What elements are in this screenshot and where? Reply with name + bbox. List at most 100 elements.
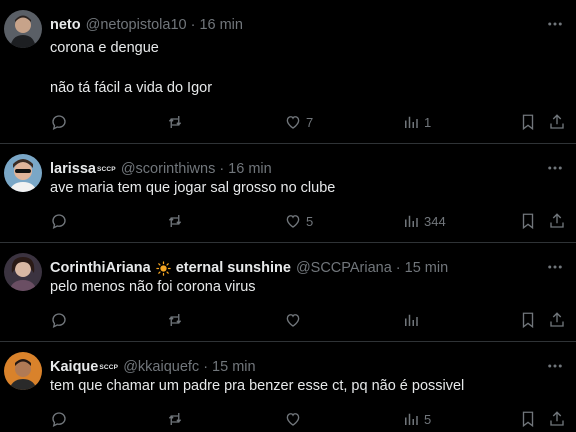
reply-icon xyxy=(52,412,66,427)
tweet-header: Kaique SCCP @kkaiquefc · 15 min xyxy=(50,359,256,375)
reply-button[interactable] xyxy=(50,110,72,134)
views-icon xyxy=(405,314,418,326)
display-name[interactable]: Kaique xyxy=(50,359,98,375)
tweet-text-line: ave maria tem que jogar sal grosso no cl… xyxy=(50,180,336,196)
more-icon[interactable] xyxy=(546,357,564,375)
bookmark-button[interactable] xyxy=(519,308,537,332)
share-icon xyxy=(550,114,564,129)
display-name[interactable]: larissa xyxy=(50,161,96,177)
tweet-text: ave maria tem que jogar sal grosso no cl… xyxy=(50,178,335,198)
repost-button[interactable] xyxy=(166,308,188,332)
heart-icon xyxy=(286,215,300,228)
heart-icon xyxy=(286,413,300,426)
like-count: 5 xyxy=(306,213,314,229)
share-icon xyxy=(550,411,564,426)
reply-button[interactable] xyxy=(50,209,72,233)
separator: · xyxy=(219,161,225,177)
name-badge: SCCP xyxy=(96,165,116,173)
avatar[interactable] xyxy=(4,253,42,291)
display-name[interactable]: CorinthiAriana xyxy=(50,260,151,276)
sun-icon xyxy=(156,260,171,276)
like-count: 7 xyxy=(306,114,314,130)
heart-icon xyxy=(286,116,300,129)
bookmark-icon xyxy=(522,411,534,428)
avatar[interactable] xyxy=(4,10,42,48)
user-handle[interactable]: @scorinthiwns xyxy=(121,161,216,177)
share-icon xyxy=(550,213,564,228)
tweet[interactable]: larissa SCCP @scorinthiwns · 16 min ave … xyxy=(0,144,576,243)
tweet-text: pelo menos não foi corona virus xyxy=(50,277,256,297)
reply-button[interactable] xyxy=(50,407,72,431)
views-icon xyxy=(405,116,418,128)
like-button[interactable]: 7 xyxy=(284,110,313,134)
repost-icon xyxy=(168,413,182,425)
user-handle[interactable]: @netopistola10 xyxy=(86,17,187,33)
bookmark-button[interactable] xyxy=(519,110,537,134)
like-button[interactable] xyxy=(284,407,306,431)
views-button[interactable]: 344 xyxy=(402,209,446,233)
timestamp[interactable]: 16 min xyxy=(199,17,243,33)
like-button[interactable]: 5 xyxy=(284,209,313,233)
tweet[interactable]: neto @netopistola10 · 16 min corona e de… xyxy=(0,0,576,144)
views-icon xyxy=(405,215,418,227)
more-icon[interactable] xyxy=(546,258,564,276)
bookmark-icon xyxy=(522,114,534,131)
tweet-text-line: corona e dengue xyxy=(50,40,159,56)
share-icon xyxy=(550,312,564,327)
tweet-text: corona e dengue não tá fácil a vida do I… xyxy=(50,38,212,98)
timestamp[interactable]: 15 min xyxy=(405,260,449,276)
bookmark-icon xyxy=(522,312,534,329)
heart-icon xyxy=(286,314,300,327)
tweet[interactable]: Kaique SCCP @kkaiquefc · 15 min tem que … xyxy=(0,342,576,432)
bookmark-button[interactable] xyxy=(519,209,537,233)
repost-icon xyxy=(168,215,182,227)
repost-icon xyxy=(168,314,182,326)
display-name-suffix[interactable]: eternal sunshine xyxy=(176,260,291,276)
reply-button[interactable] xyxy=(50,308,72,332)
avatar[interactable] xyxy=(4,154,42,192)
share-button[interactable] xyxy=(548,110,566,134)
name-badge: SCCP xyxy=(99,363,119,371)
view-count: 5 xyxy=(424,411,432,427)
share-button[interactable] xyxy=(548,209,566,233)
repost-button[interactable] xyxy=(166,110,188,134)
timeline-feed: neto @netopistola10 · 16 min corona e de… xyxy=(0,0,576,432)
view-count: 344 xyxy=(424,213,446,229)
separator: · xyxy=(190,17,196,33)
separator: · xyxy=(395,260,401,276)
tweet-text-line: tem que chamar um padre pra benzer esse … xyxy=(50,378,465,394)
tweet[interactable]: CorinthiAriana eternal sunshine @SCCPAri… xyxy=(0,243,576,342)
timestamp[interactable]: 16 min xyxy=(228,161,272,177)
tweet-actions: 5 xyxy=(0,407,576,431)
like-button[interactable] xyxy=(284,308,306,332)
share-button[interactable] xyxy=(548,407,566,431)
views-button[interactable] xyxy=(402,308,424,332)
more-icon[interactable] xyxy=(546,15,564,33)
avatar[interactable] xyxy=(4,352,42,390)
tweet-header: larissa SCCP @scorinthiwns · 16 min xyxy=(50,161,272,177)
repost-icon xyxy=(168,116,182,128)
bookmark-button[interactable] xyxy=(519,407,537,431)
reply-icon xyxy=(52,214,66,229)
more-icon[interactable] xyxy=(546,159,564,177)
tweet-actions xyxy=(0,308,576,332)
reply-icon xyxy=(52,115,66,130)
tweet-actions: 5 344 xyxy=(0,209,576,233)
tweet-header: CorinthiAriana eternal sunshine @SCCPAri… xyxy=(50,260,448,276)
repost-button[interactable] xyxy=(166,209,188,233)
tweet-header: neto @netopistola10 · 16 min xyxy=(50,17,243,33)
user-handle[interactable]: @kkaiquefc xyxy=(123,359,199,375)
bookmark-icon xyxy=(522,213,534,230)
timestamp[interactable]: 15 min xyxy=(212,359,256,375)
views-button[interactable]: 1 xyxy=(402,110,431,134)
display-name[interactable]: neto xyxy=(50,17,81,33)
reply-icon xyxy=(52,313,66,328)
tweet-text: tem que chamar um padre pra benzer esse … xyxy=(50,376,464,396)
user-handle[interactable]: @SCCPAriana xyxy=(296,260,392,276)
separator: · xyxy=(203,359,209,375)
repost-button[interactable] xyxy=(166,407,188,431)
tweet-text-line: pelo menos não foi corona virus xyxy=(50,279,256,295)
tweet-actions: 7 1 xyxy=(0,110,576,134)
views-button[interactable]: 5 xyxy=(402,407,431,431)
share-button[interactable] xyxy=(548,308,566,332)
